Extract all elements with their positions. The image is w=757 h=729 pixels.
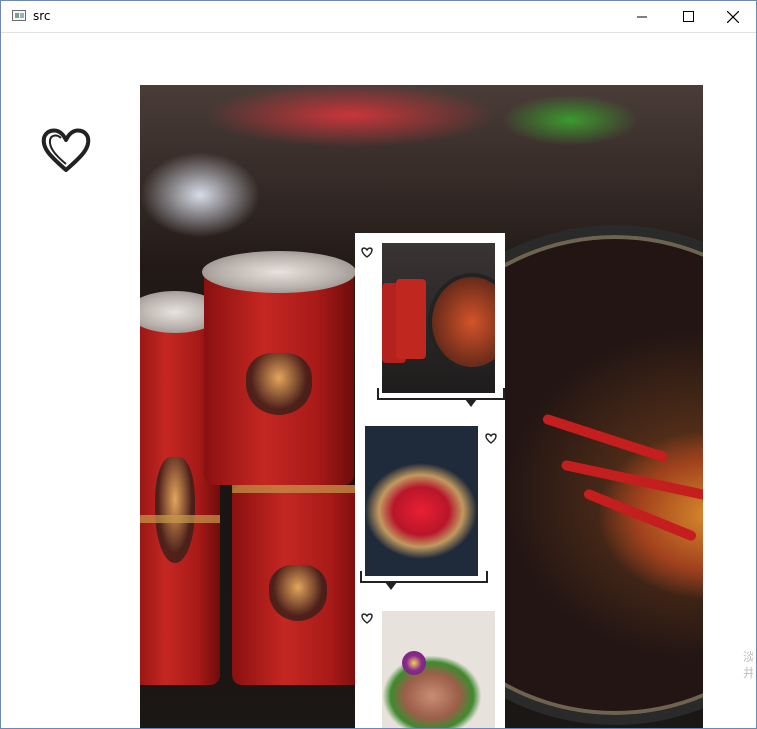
speech-bubble [377,388,505,400]
speech-bubble [360,571,488,583]
maximize-button[interactable] [665,1,711,32]
window-title: src [33,9,51,23]
close-button[interactable] [710,1,756,32]
close-icon [727,10,739,23]
title-bar[interactable]: src [1,1,756,33]
image-canvas: 淡 井 [4,33,753,728]
speech-bubble-tail [385,582,397,590]
photo-thumbnail [365,426,478,576]
drink-can [232,485,364,685]
speech-bubble-tail [465,399,477,407]
heart-icon [485,433,497,444]
app-window-icon [12,10,26,21]
photo-thumbnail [382,611,495,728]
drink-can [202,251,356,485]
heart-icon [361,247,373,258]
maximize-icon [682,11,694,22]
flower-garnish [402,651,426,675]
minimize-icon [637,16,647,17]
heart-icon [41,128,91,172]
heart-icon [361,613,373,624]
app-window: src [0,0,757,729]
photo-thumbnail [382,243,495,393]
minimize-button[interactable] [619,1,665,32]
phone-photo-strip [355,233,505,728]
watermark: 淡 井 [742,649,753,681]
